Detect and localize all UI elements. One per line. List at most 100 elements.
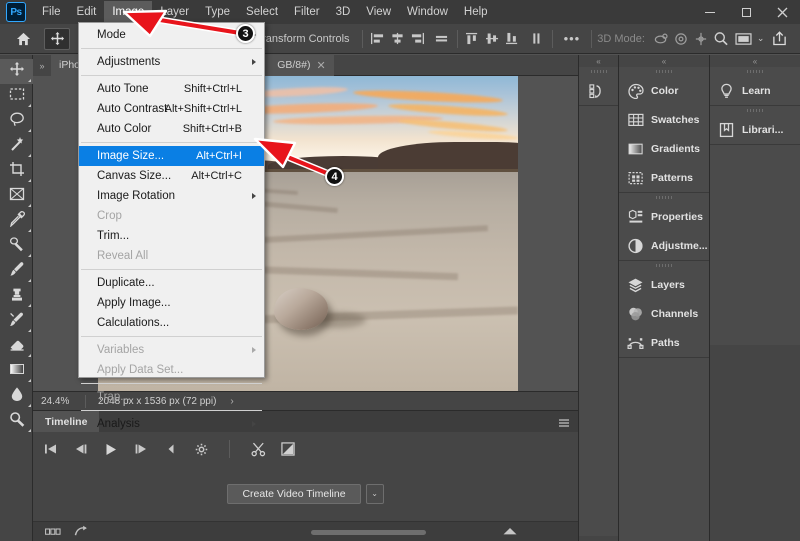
align-top-icon[interactable] <box>463 29 483 49</box>
collapse-icon-a[interactable]: « <box>579 55 618 67</box>
menu-view[interactable]: View <box>358 1 399 23</box>
menu-edit[interactable]: Edit <box>69 1 105 23</box>
play-button[interactable] <box>103 441 119 457</box>
menu-select[interactable]: Select <box>238 1 286 23</box>
quick-selection-tool[interactable] <box>0 134 33 159</box>
image-menu-dropdown[interactable]: Mode Adjustments Auto Tone Shift+Ctrl+L Auto… <box>78 22 265 430</box>
menu-item-auto-tone[interactable]: Auto Tone Shift+Ctrl+L <box>79 79 264 99</box>
gradient-tool[interactable] <box>0 359 33 384</box>
zoom-level[interactable]: 24.4% <box>33 396 85 407</box>
menu-item-image-size[interactable]: Image Size... Alt+Ctrl+I <box>79 146 264 166</box>
panel-grip[interactable] <box>619 193 709 202</box>
transition-icon[interactable] <box>280 441 296 457</box>
menu-3d[interactable]: 3D <box>328 1 359 23</box>
gradients-panel[interactable]: Gradients <box>619 134 709 163</box>
healing-brush-tool[interactable] <box>0 234 33 259</box>
close-button[interactable] <box>764 0 800 24</box>
next-frame-button[interactable] <box>133 441 149 457</box>
move-tool[interactable] <box>0 59 33 84</box>
gear-icon[interactable] <box>193 441 209 457</box>
paths-panel[interactable]: Paths <box>619 328 709 357</box>
chevron-down-icon[interactable]: ⌄ <box>754 33 765 44</box>
channels-panel[interactable]: Channels <box>619 299 709 328</box>
align-center-horizontal-icon[interactable] <box>388 29 408 49</box>
zoom-in-icon[interactable] <box>502 524 518 540</box>
menu-item-auto-contrast[interactable]: Auto Contrast Alt+Shift+Ctrl+L <box>79 99 264 119</box>
clone-stamp-tool[interactable] <box>0 284 33 309</box>
libraries-panel[interactable]: Librari... <box>710 115 800 144</box>
eraser-tool[interactable] <box>0 334 33 359</box>
close-icon[interactable]: ✕ <box>316 59 325 72</box>
previous-frame-button[interactable] <box>73 441 89 457</box>
menu-bar[interactable]: File Edit Image Layer Type Select Filter 3D View… <box>34 0 496 24</box>
menu-item-duplicate[interactable]: Duplicate... <box>79 273 264 293</box>
menu-item-trim[interactable]: Trim... <box>79 226 264 246</box>
menu-layer[interactable]: Layer <box>152 1 197 23</box>
menu-item-auto-color[interactable]: Auto Color Shift+Ctrl+B <box>79 119 264 139</box>
history-brush-tool[interactable] <box>0 309 33 334</box>
frame-tool[interactable] <box>0 184 33 209</box>
share-icon[interactable] <box>769 29 789 49</box>
create-video-timeline-button[interactable]: Create Video Timeline <box>227 483 361 504</box>
menu-help[interactable]: Help <box>456 1 496 23</box>
menu-filter[interactable]: Filter <box>286 1 328 23</box>
menu-item-analysis[interactable]: Analysis <box>79 414 264 434</box>
collapse-icon-c[interactable]: « <box>710 55 800 67</box>
distribute-vertical-icon[interactable] <box>527 29 547 49</box>
menu-item-calculations[interactable]: Calculations... <box>79 313 264 333</box>
timeline-zoom-slider[interactable] <box>311 530 426 535</box>
menu-item-canvas-size[interactable]: Canvas Size... Alt+Ctrl+C <box>79 166 264 186</box>
minimize-button[interactable] <box>692 0 728 24</box>
panel-grip[interactable] <box>710 106 800 115</box>
align-bottom-icon[interactable] <box>503 29 523 49</box>
3d-roll-icon[interactable] <box>671 29 691 49</box>
menu-item-adjustments[interactable]: Adjustments <box>79 52 264 72</box>
collapse-icon-b[interactable]: « <box>619 55 709 67</box>
panel-grip[interactable] <box>619 261 709 270</box>
workspace-icon[interactable] <box>734 29 754 49</box>
render-video-icon[interactable] <box>73 524 89 540</box>
menu-item-image-rotation[interactable]: Image Rotation <box>79 186 264 206</box>
crop-tool[interactable] <box>0 159 33 184</box>
go-to-first-frame-button[interactable] <box>43 441 59 457</box>
history-panel[interactable] <box>579 76 618 105</box>
align-right-icon[interactable] <box>408 29 428 49</box>
maximize-button[interactable] <box>728 0 764 24</box>
dodge-tool[interactable] <box>0 409 33 434</box>
patterns-panel[interactable]: Patterns <box>619 163 709 192</box>
menu-image[interactable]: Image <box>104 1 153 23</box>
3d-zoom-icon[interactable] <box>711 29 731 49</box>
align-middle-icon[interactable] <box>483 29 503 49</box>
marquee-tool[interactable] <box>0 84 33 109</box>
menu-file[interactable]: File <box>34 1 69 23</box>
eyedropper-tool[interactable] <box>0 209 33 234</box>
scissors-icon[interactable] <box>250 441 266 457</box>
brush-tool[interactable] <box>0 259 33 284</box>
blur-tool[interactable] <box>0 384 33 409</box>
home-icon[interactable] <box>10 28 36 50</box>
create-timeline-dropdown-icon[interactable]: ⌄ <box>365 483 384 504</box>
3d-pan-icon[interactable] <box>691 29 711 49</box>
distribute-icon[interactable] <box>432 29 452 49</box>
move-tool-icon[interactable] <box>44 27 70 50</box>
menu-item-apply-image[interactable]: Apply Image... <box>79 293 264 313</box>
swatches-panel[interactable]: Swatches <box>619 105 709 134</box>
expand-tabs-icon[interactable]: » <box>33 55 51 76</box>
align-left-icon[interactable] <box>368 29 388 49</box>
panel-grip[interactable] <box>710 67 800 76</box>
panel-grip[interactable] <box>619 67 709 76</box>
adjustments-panel[interactable]: Adjustme... <box>619 231 709 260</box>
learn-panel[interactable]: Learn <box>710 76 800 105</box>
lasso-tool[interactable] <box>0 109 33 134</box>
menu-type[interactable]: Type <box>197 1 238 23</box>
3d-orbit-icon[interactable] <box>651 29 671 49</box>
panel-menu-icon[interactable] <box>558 416 570 427</box>
frame-animation-icon[interactable] <box>45 524 61 540</box>
color-panel[interactable]: Color <box>619 76 709 105</box>
properties-panel[interactable]: Properties <box>619 202 709 231</box>
layers-panel[interactable]: Layers <box>619 270 709 299</box>
audio-button[interactable] <box>163 441 179 457</box>
more-options-button[interactable]: ••• <box>558 31 587 46</box>
panel-grip[interactable] <box>579 67 618 76</box>
menu-window[interactable]: Window <box>399 1 456 23</box>
